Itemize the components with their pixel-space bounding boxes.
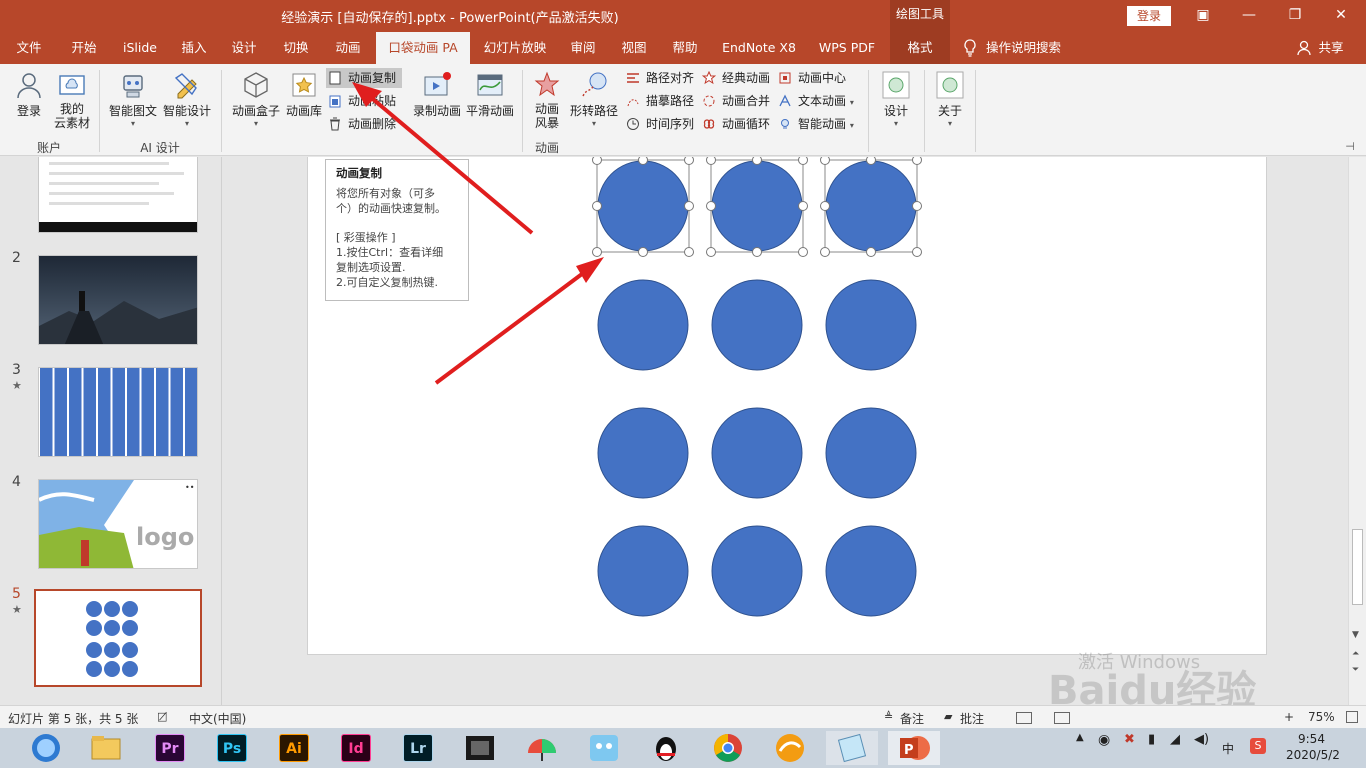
clock-time[interactable]: 9:54 — [1298, 732, 1325, 746]
slide-sorter-icon[interactable] — [1054, 712, 1070, 724]
arrowhead-icon — [576, 257, 604, 283]
taskbar-video-editor[interactable] — [454, 731, 506, 765]
taskbar-indesign[interactable]: Id — [330, 731, 382, 765]
film-strip-icon — [466, 736, 494, 760]
indesign-app-icon: Id — [341, 734, 371, 762]
normal-view-icon[interactable] — [1016, 712, 1032, 724]
chrome-icon — [714, 734, 742, 762]
taskbar-lightroom[interactable]: Lr — [392, 731, 444, 765]
annotation-arrows — [352, 82, 604, 385]
illustrator-app-icon: Ai — [279, 734, 309, 762]
zoom-level[interactable]: 75% — [1308, 710, 1335, 724]
cat-mascot-icon — [590, 735, 618, 761]
slide-count-status: 幻灯片 第 5 张，共 5 张 — [8, 712, 139, 726]
spellcheck-icon[interactable]: □̸ — [157, 710, 167, 723]
language-status[interactable]: 中文(中国) — [189, 710, 246, 727]
tray-battery-icon[interactable]: ▮ — [1148, 732, 1155, 747]
clock-date[interactable]: 2020/5/2 — [1286, 748, 1340, 762]
zoom-in-icon[interactable]: + — [1284, 710, 1294, 724]
tray-network-icon[interactable]: ◢ — [1170, 732, 1180, 747]
taskbar-umbrella-app[interactable] — [516, 731, 568, 765]
taskbar-browser-orange[interactable] — [764, 731, 816, 765]
tray-volume-icon[interactable]: ◀) — [1194, 732, 1209, 747]
penguin-icon — [656, 737, 676, 761]
notes-icon: ≜ — [884, 710, 894, 723]
taskbar-premiere[interactable]: Pr — [144, 731, 196, 765]
svg-text:P: P — [904, 743, 914, 758]
orange-browser-icon — [776, 734, 804, 762]
taskbar-cat-app[interactable] — [578, 731, 630, 765]
fit-slide-icon[interactable] — [1346, 711, 1358, 723]
ime-indicator[interactable]: 中 — [1222, 740, 1234, 757]
status-bar: 幻灯片 第 5 张，共 5 张 □̸ 中文(中国) ≜ 备注 ▰ 批注 + 75… — [0, 705, 1366, 728]
taskbar-file-explorer[interactable] — [80, 731, 132, 765]
comments-button[interactable]: 批注 — [960, 710, 984, 727]
start-button[interactable] — [20, 731, 72, 765]
start-orb-icon — [32, 734, 60, 762]
tray-expand-icon[interactable]: ▲ — [1076, 732, 1084, 743]
annotation-arrow-to-selection — [434, 266, 592, 385]
taskbar-photoshop[interactable]: Ps — [206, 731, 258, 765]
notes-button[interactable]: 备注 — [900, 710, 924, 727]
lightroom-app-icon: Lr — [403, 734, 433, 762]
taskbar-powerpoint[interactable]: P — [888, 731, 940, 765]
premiere-app-icon: Pr — [155, 734, 185, 762]
taskbar-notes-app[interactable] — [826, 731, 878, 765]
comment-icon: ▰ — [944, 710, 953, 723]
folder-icon — [91, 736, 121, 760]
tray-qq-icon[interactable]: ◉ — [1098, 732, 1110, 748]
photoshop-app-icon: Ps — [217, 734, 247, 762]
taskbar-chrome[interactable] — [702, 731, 754, 765]
tray-security-icon[interactable]: ✖ — [1124, 732, 1135, 747]
tray-sogou-icon[interactable]: S — [1250, 738, 1266, 754]
powerpoint-icon: P — [900, 736, 930, 760]
umbrella-icon — [528, 739, 556, 761]
taskbar-qq[interactable] — [640, 731, 692, 765]
notepad-icon — [837, 733, 867, 763]
annotation-arrow-to-copy-button — [366, 93, 534, 235]
windows-taskbar: Pr Ps Ai Id Lr P ▲ ◉ ✖ ▮ ◢ ◀) 中 S 9:54 2… — [0, 728, 1366, 768]
taskbar-illustrator[interactable]: Ai — [268, 731, 320, 765]
